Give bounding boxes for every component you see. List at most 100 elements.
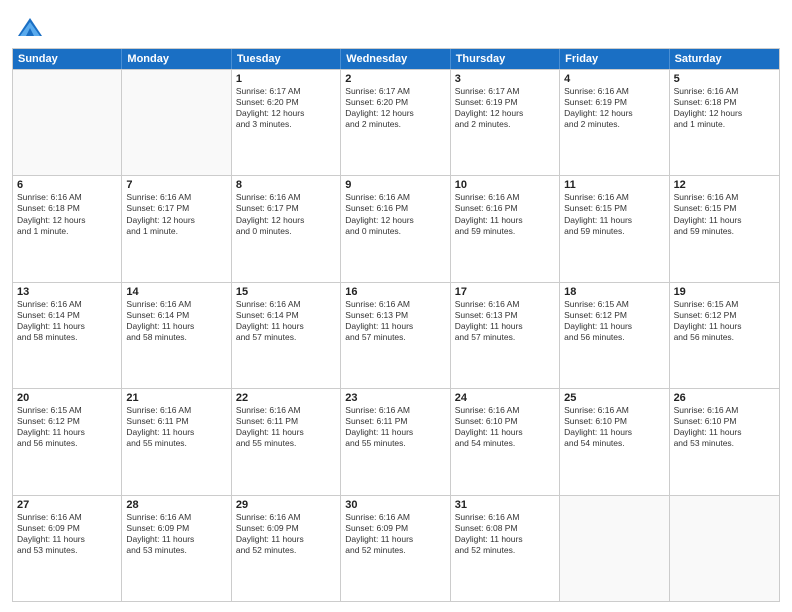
calendar-header: SundayMondayTuesdayWednesdayThursdayFrid… — [13, 49, 779, 69]
cell-line: and 59 minutes. — [674, 226, 775, 237]
calendar-cell: 11Sunrise: 6:16 AMSunset: 6:15 PMDayligh… — [560, 176, 669, 281]
cell-line: Daylight: 11 hours — [236, 534, 336, 545]
cell-line: Sunrise: 6:16 AM — [236, 405, 336, 416]
cell-line: Sunrise: 6:16 AM — [674, 192, 775, 203]
cell-line: Sunset: 6:12 PM — [17, 416, 117, 427]
day-number: 13 — [17, 286, 117, 298]
cell-line: Daylight: 12 hours — [455, 108, 555, 119]
cell-line: Daylight: 12 hours — [17, 215, 117, 226]
calendar-cell: 7Sunrise: 6:16 AMSunset: 6:17 PMDaylight… — [122, 176, 231, 281]
calendar-cell: 17Sunrise: 6:16 AMSunset: 6:13 PMDayligh… — [451, 283, 560, 388]
cell-line: Daylight: 11 hours — [236, 321, 336, 332]
cell-line: Sunset: 6:14 PM — [236, 310, 336, 321]
day-number: 23 — [345, 392, 445, 404]
cell-line: Sunrise: 6:16 AM — [126, 512, 226, 523]
day-number: 1 — [236, 73, 336, 85]
calendar-cell: 28Sunrise: 6:16 AMSunset: 6:09 PMDayligh… — [122, 496, 231, 601]
calendar-cell: 15Sunrise: 6:16 AMSunset: 6:14 PMDayligh… — [232, 283, 341, 388]
cell-line: Sunset: 6:17 PM — [236, 203, 336, 214]
calendar-row-4: 27Sunrise: 6:16 AMSunset: 6:09 PMDayligh… — [13, 495, 779, 601]
calendar-cell: 16Sunrise: 6:16 AMSunset: 6:13 PMDayligh… — [341, 283, 450, 388]
calendar-cell: 24Sunrise: 6:16 AMSunset: 6:10 PMDayligh… — [451, 389, 560, 494]
cell-line: and 59 minutes. — [455, 226, 555, 237]
cell-line: Sunrise: 6:16 AM — [17, 512, 117, 523]
calendar-cell — [560, 496, 669, 601]
calendar-cell: 19Sunrise: 6:15 AMSunset: 6:12 PMDayligh… — [670, 283, 779, 388]
day-number: 16 — [345, 286, 445, 298]
cell-line: Daylight: 12 hours — [126, 215, 226, 226]
cell-line: Sunset: 6:11 PM — [236, 416, 336, 427]
cell-line: and 56 minutes. — [564, 332, 664, 343]
calendar-cell: 5Sunrise: 6:16 AMSunset: 6:18 PMDaylight… — [670, 70, 779, 175]
day-number: 20 — [17, 392, 117, 404]
cell-line: Daylight: 11 hours — [455, 427, 555, 438]
cell-line: Daylight: 11 hours — [564, 427, 664, 438]
day-number: 18 — [564, 286, 664, 298]
calendar-cell — [670, 496, 779, 601]
calendar-cell: 31Sunrise: 6:16 AMSunset: 6:08 PMDayligh… — [451, 496, 560, 601]
cell-line: Sunset: 6:20 PM — [236, 97, 336, 108]
cell-line: Sunset: 6:15 PM — [564, 203, 664, 214]
day-number: 22 — [236, 392, 336, 404]
day-number: 24 — [455, 392, 555, 404]
cell-line: and 53 minutes. — [17, 545, 117, 556]
cell-line: Sunrise: 6:16 AM — [345, 192, 445, 203]
calendar-cell: 22Sunrise: 6:16 AMSunset: 6:11 PMDayligh… — [232, 389, 341, 494]
cell-line: Daylight: 12 hours — [345, 215, 445, 226]
cell-line: Daylight: 11 hours — [345, 427, 445, 438]
cell-line: and 57 minutes. — [455, 332, 555, 343]
cell-line: and 58 minutes. — [17, 332, 117, 343]
day-number: 30 — [345, 499, 445, 511]
header-day-monday: Monday — [122, 49, 231, 69]
cell-line: Daylight: 11 hours — [455, 215, 555, 226]
calendar-cell: 12Sunrise: 6:16 AMSunset: 6:15 PMDayligh… — [670, 176, 779, 281]
calendar-cell: 2Sunrise: 6:17 AMSunset: 6:20 PMDaylight… — [341, 70, 450, 175]
cell-line: Sunset: 6:13 PM — [455, 310, 555, 321]
cell-line: Sunrise: 6:15 AM — [17, 405, 117, 416]
calendar-cell: 10Sunrise: 6:16 AMSunset: 6:16 PMDayligh… — [451, 176, 560, 281]
day-number: 17 — [455, 286, 555, 298]
cell-line: Daylight: 11 hours — [17, 427, 117, 438]
day-number: 3 — [455, 73, 555, 85]
calendar-cell — [122, 70, 231, 175]
cell-line: Sunset: 6:11 PM — [126, 416, 226, 427]
cell-line: Sunset: 6:15 PM — [674, 203, 775, 214]
header — [12, 10, 780, 42]
calendar-cell: 1Sunrise: 6:17 AMSunset: 6:20 PMDaylight… — [232, 70, 341, 175]
cell-line: and 0 minutes. — [236, 226, 336, 237]
cell-line: Sunrise: 6:15 AM — [674, 299, 775, 310]
calendar-cell: 14Sunrise: 6:16 AMSunset: 6:14 PMDayligh… — [122, 283, 231, 388]
cell-line: Sunrise: 6:16 AM — [455, 192, 555, 203]
cell-line: Daylight: 11 hours — [455, 321, 555, 332]
day-number: 25 — [564, 392, 664, 404]
cell-line: and 52 minutes. — [236, 545, 336, 556]
header-day-thursday: Thursday — [451, 49, 560, 69]
cell-line: Sunset: 6:12 PM — [674, 310, 775, 321]
calendar: SundayMondayTuesdayWednesdayThursdayFrid… — [12, 48, 780, 602]
calendar-cell: 30Sunrise: 6:16 AMSunset: 6:09 PMDayligh… — [341, 496, 450, 601]
day-number: 7 — [126, 179, 226, 191]
header-day-saturday: Saturday — [670, 49, 779, 69]
cell-line: Sunset: 6:08 PM — [455, 523, 555, 534]
cell-line: Sunset: 6:10 PM — [455, 416, 555, 427]
cell-line: Sunset: 6:20 PM — [345, 97, 445, 108]
calendar-cell: 4Sunrise: 6:16 AMSunset: 6:19 PMDaylight… — [560, 70, 669, 175]
cell-line: and 0 minutes. — [345, 226, 445, 237]
cell-line: Sunset: 6:13 PM — [345, 310, 445, 321]
cell-line: Sunset: 6:18 PM — [17, 203, 117, 214]
calendar-cell: 25Sunrise: 6:16 AMSunset: 6:10 PMDayligh… — [560, 389, 669, 494]
cell-line: and 55 minutes. — [236, 438, 336, 449]
calendar-cell: 27Sunrise: 6:16 AMSunset: 6:09 PMDayligh… — [13, 496, 122, 601]
day-number: 28 — [126, 499, 226, 511]
day-number: 19 — [674, 286, 775, 298]
cell-line: Daylight: 11 hours — [564, 321, 664, 332]
cell-line: and 52 minutes. — [345, 545, 445, 556]
cell-line: Sunset: 6:09 PM — [236, 523, 336, 534]
cell-line: Sunrise: 6:16 AM — [236, 192, 336, 203]
calendar-body: 1Sunrise: 6:17 AMSunset: 6:20 PMDaylight… — [13, 69, 779, 601]
cell-line: Sunrise: 6:15 AM — [564, 299, 664, 310]
cell-line: Sunset: 6:11 PM — [345, 416, 445, 427]
cell-line: Sunset: 6:16 PM — [345, 203, 445, 214]
cell-line: Sunrise: 6:16 AM — [564, 192, 664, 203]
cell-line: and 57 minutes. — [345, 332, 445, 343]
